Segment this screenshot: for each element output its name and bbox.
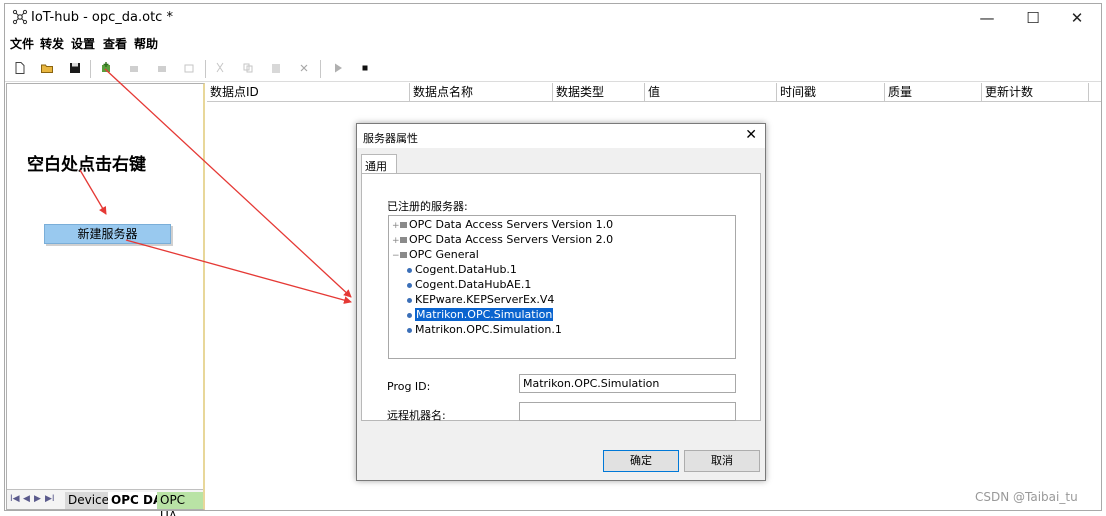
column-header-update-count[interactable]: 更新计数 [982,83,1089,102]
server-properties-dialog: 服务器属性 ✕ 通用 已注册的服务器: + OPC Data Access Ser… [356,123,766,481]
tree-item-label: Cogent.DataHub.1 [415,263,517,276]
tree-leaf[interactable]: Cogent.DataHub.1 [407,263,517,277]
properties-icon[interactable] [182,61,196,75]
next-tab-icon[interactable]: ▶ [34,494,41,504]
toolbar-separator [205,60,206,78]
menu-help[interactable]: 帮助 [134,35,158,52]
tree-item-label: OPC General [409,248,479,261]
menu-settings[interactable]: 设置 [71,35,95,52]
tree-leaf[interactable]: KEPware.KEPServerEx.V4 [407,293,554,307]
add-server-icon[interactable] [99,61,113,75]
tree-item-label: Matrikon.OPC.Simulation [415,308,554,321]
server-folder-icon [400,237,407,243]
cancel-button[interactable]: 取消 [684,450,760,472]
prev-tab-icon[interactable]: ◀ [23,494,30,504]
tab-opc-ua[interactable]: OPC UA [157,492,203,516]
first-tab-icon[interactable]: I◀ [10,494,20,504]
open-folder-icon[interactable] [40,61,54,75]
opc-server-icon [407,327,412,333]
tab-device[interactable]: Device [65,492,113,509]
play-icon[interactable] [331,61,345,75]
tree-item-label: Matrikon.OPC.Simulation.1 [415,323,562,336]
tab-general[interactable]: 通用 [361,154,397,175]
prog-id-input[interactable]: Matrikon.OPC.Simulation [519,374,736,393]
server-folder-icon [400,252,407,258]
menu-view[interactable]: 查看 [103,35,127,52]
dialog-close-icon[interactable]: ✕ [745,127,757,143]
dialog-title-bar: 服务器属性 ✕ [357,124,765,148]
delete-icon[interactable] [297,61,311,75]
general-tab-page: 已注册的服务器: + OPC Data Access Servers Versio… [361,173,761,422]
toolbar [5,56,1101,82]
column-header-value[interactable]: 值 [645,83,777,102]
copy-icon[interactable] [241,61,255,75]
opc-server-icon [407,312,412,318]
tree-item-label: OPC Data Access Servers Version 2.0 [409,233,614,246]
remote-machine-input[interactable] [519,402,736,421]
tree-leaf[interactable]: Cogent.DataHubAE.1 [407,278,531,292]
opc-server-icon [407,267,412,273]
column-header-type[interactable]: 数据类型 [553,83,645,102]
prog-id-label: Prog ID: [387,380,431,393]
tree-folder[interactable]: + OPC Data Access Servers Version 2.0 [392,233,613,247]
server-tree[interactable]: + OPC Data Access Servers Version 1.0 + OPC… [388,215,736,359]
dialog-tab-strip: 通用 [357,152,765,175]
tree-leaf[interactable]: Matrikon.OPC.Simulation [407,308,554,322]
new-server-menu-item[interactable]: 新建服务器 [44,224,171,244]
stop-icon[interactable] [358,61,372,75]
title-bar: IoT-hub - opc_da.otc * — ☐ ✕ [5,4,1101,32]
column-header-name[interactable]: 数据点名称 [410,83,553,102]
registered-servers-label: 已注册的服务器: [387,200,468,213]
column-header-quality[interactable]: 质量 [885,83,982,102]
column-header-id[interactable]: 数据点ID [207,83,410,102]
opc-server-icon [407,282,412,288]
tree-item-label: OPC Data Access Servers Version 1.0 [409,218,614,231]
save-icon[interactable] [68,61,82,75]
minimize-button[interactable]: — [969,7,1005,29]
cut-icon[interactable] [213,61,227,75]
add-group-icon[interactable] [127,61,141,75]
left-panel[interactable]: 空白处点击右键 新建服务器 I◀ ◀ ▶ ▶I Device OPC DA OP… [6,83,205,516]
grid-header: 数据点ID 数据点名称 数据类型 值 时间戳 质量 更新计数 [207,83,1101,102]
server-folder-icon [400,222,407,228]
window-title: IoT-hub - opc_da.otc * [31,10,173,25]
tree-folder[interactable]: − OPC General [392,248,479,262]
dialog-title: 服务器属性 [363,132,418,145]
new-file-icon[interactable] [13,61,27,75]
expand-icon[interactable]: + [392,234,400,248]
menu-bar: 文件 转发 设置 查看 帮助 [5,33,1101,53]
tree-item-label: Cogent.DataHubAE.1 [415,278,532,291]
close-button[interactable]: ✕ [1059,7,1095,29]
tree-item-label: KEPware.KEPServerEx.V4 [415,293,555,306]
expand-icon[interactable]: + [392,219,400,233]
tree-folder[interactable]: + OPC Data Access Servers Version 1.0 [392,218,613,232]
paste-icon[interactable] [269,61,283,75]
tree-leaf[interactable]: Matrikon.OPC.Simulation.1 [407,323,562,337]
maximize-button[interactable]: ☐ [1015,7,1051,29]
bottom-tab-bar: I◀ ◀ ▶ ▶I Device OPC DA OPC UA [7,489,203,516]
annotation-text: 空白处点击右键 [27,155,146,175]
collapse-icon[interactable]: − [392,249,400,263]
app-icon [12,9,28,25]
menu-file[interactable]: 文件 [10,35,34,52]
watermark: CSDN @Taibai_tu [975,490,1078,504]
remote-machine-label: 远程机器名: [387,409,446,422]
opc-server-icon [407,297,412,303]
add-item-icon[interactable] [155,61,169,75]
ok-button[interactable]: 确定 [603,450,679,472]
toolbar-separator [90,60,91,78]
menu-forward[interactable]: 转发 [40,35,64,52]
toolbar-separator [320,60,321,78]
last-tab-icon[interactable]: ▶I [45,494,55,504]
column-header-timestamp[interactable]: 时间戳 [777,83,885,102]
